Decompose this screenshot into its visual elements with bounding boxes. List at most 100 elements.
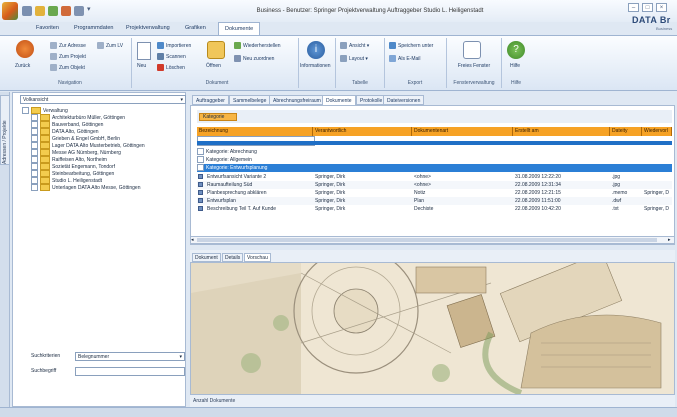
table-cell: .jpg: [612, 182, 621, 188]
object-icon: [50, 64, 57, 71]
open-folder-icon[interactable]: [207, 41, 225, 59]
dock-tab-adressen-projekte[interactable]: Adressen / Projekte: [0, 95, 10, 165]
table-cell: 22.08.2009 10:42:20: [515, 206, 561, 212]
table-row[interactable]: Planbesprechung abklären Springer, Dirk No…: [197, 189, 672, 197]
scroll-left-icon[interactable]: ◂: [191, 237, 194, 243]
tab-dateiversionen[interactable]: Dateiversionen: [383, 95, 425, 105]
free-window-button[interactable]: Freies Fenster: [455, 63, 493, 69]
column-header[interactable]: Verantwortlich: [313, 127, 412, 136]
folder-icon[interactable]: [35, 6, 45, 16]
view-select[interactable]: Volkansicht ▾: [20, 95, 186, 104]
tab-dokumente[interactable]: Dokumente: [322, 95, 356, 105]
layout-button[interactable]: Layout ▾: [340, 55, 368, 62]
qat-dropdown-icon[interactable]: ▾: [87, 5, 91, 13]
group-row-label: Kategorie: Entwurfsplanung: [206, 165, 268, 171]
tab-protokolle[interactable]: Protokolle: [356, 95, 387, 105]
tab-dokumente[interactable]: Dokumente: [218, 22, 261, 35]
tab-grafiken[interactable]: Grafiken: [179, 22, 212, 35]
expand-icon[interactable]: [197, 148, 204, 156]
open-button[interactable]: Öffnen: [206, 63, 221, 69]
group-chip-kategorie[interactable]: Kategorie: [199, 113, 237, 121]
table-row[interactable]: Raumaufteilung Süd Springer, Dirk <ohne> 22…: [197, 181, 672, 189]
preview-tab-details[interactable]: Details: [222, 253, 244, 262]
column-header[interactable]: Wiedervorl: [642, 127, 672, 136]
group-row[interactable]: Kategorie: Allgemein: [197, 156, 672, 164]
to-object-button[interactable]: Zum Objekt: [50, 64, 85, 71]
information-button[interactable]: Informationen: [300, 63, 331, 69]
column-header[interactable]: Dokumentenart: [412, 127, 513, 136]
expand-icon[interactable]: [22, 107, 29, 115]
app-logo-icon[interactable]: [2, 2, 18, 20]
collapse-icon[interactable]: [197, 164, 204, 172]
help-icon[interactable]: ?: [507, 41, 525, 59]
document-count-status: Anzahl Dokumente: [190, 395, 675, 407]
search-criteria-select[interactable]: Belegnummer ▾: [75, 352, 185, 361]
table-cell: 22.08.2009 12:31:34: [515, 182, 561, 188]
save-as-button[interactable]: Speichern unter: [389, 42, 433, 49]
search-term-input[interactable]: [75, 367, 185, 376]
new-button[interactable]: Neu: [137, 63, 146, 69]
tab-programmdaten[interactable]: Programmdaten: [68, 22, 119, 35]
scan-button[interactable]: Scannen: [157, 53, 186, 60]
preview-tab-vorschau[interactable]: Vorschau: [244, 253, 271, 262]
ribbon-separator: [446, 38, 447, 88]
view-button[interactable]: Ansicht ▾: [340, 42, 369, 49]
minimize-icon[interactable]: –: [628, 3, 639, 12]
column-header[interactable]: Erstellt am: [513, 127, 610, 136]
refresh-icon[interactable]: [48, 6, 58, 16]
maximize-icon[interactable]: □: [642, 3, 653, 12]
expand-icon[interactable]: [31, 184, 38, 192]
import-button[interactable]: Importieren: [157, 42, 191, 49]
column-header[interactable]: Bezeichnung: [197, 127, 313, 136]
to-address-button[interactable]: Zur Adresse: [50, 42, 86, 49]
table-row[interactable]: Entwurfsplan Springer, Dirk Plan 22.08.2009…: [197, 197, 672, 205]
help-button[interactable]: Hilfe: [510, 63, 520, 69]
table-row[interactable]: Beschreibung Teil T. Auf Kunde Springer, …: [197, 205, 672, 213]
scroll-right-icon[interactable]: ▸: [668, 237, 671, 243]
tab-projektverwaltung[interactable]: Projektverwaltung: [120, 22, 176, 35]
tab-abrechnungsfreiraum[interactable]: Abrechnungsfreiraum: [269, 95, 325, 105]
delete-icon: [157, 64, 164, 71]
group-label-navigation: Navigation: [58, 80, 82, 86]
scanner-icon: [157, 53, 164, 60]
email-icon: [389, 55, 396, 62]
document-icon: [198, 198, 203, 203]
group-label-fenster: Fensterverwaltung: [453, 80, 495, 86]
settings-icon[interactable]: [74, 6, 84, 16]
delete-button[interactable]: Löschen: [157, 64, 185, 71]
window-icon[interactable]: [463, 41, 481, 59]
window-title: Business - Benutzer: Springer Projektver…: [256, 8, 484, 14]
preview-tab-dokument[interactable]: Dokument: [192, 253, 221, 262]
tab-favoriten[interactable]: Favoriten: [30, 22, 65, 35]
table-cell: Springer, Dirk: [315, 198, 346, 204]
expand-icon[interactable]: [197, 156, 204, 164]
back-button[interactable]: Zurück: [15, 63, 30, 69]
ribbon-separator: [501, 38, 502, 88]
to-lv-button[interactable]: Zum LV: [97, 42, 123, 49]
table-cell: 22.08.2009 12:21:15: [515, 190, 561, 196]
to-project-button[interactable]: Zum Projekt: [50, 53, 86, 60]
restore-button[interactable]: Wiederherstellen: [234, 42, 281, 49]
close-icon[interactable]: ×: [656, 3, 667, 12]
tree-item-label: Unterlagen DATA Alto Messe, Göttingen: [52, 185, 141, 191]
scrollbar-thumb[interactable]: [197, 238, 657, 242]
column-header[interactable]: Dateity: [610, 127, 642, 136]
save-as-icon: [389, 42, 396, 49]
email-button[interactable]: Als E-Mail: [389, 55, 421, 62]
save-icon[interactable]: [22, 6, 32, 16]
group-row[interactable]: Kategorie: Abrechnung: [197, 148, 672, 156]
lv-icon: [97, 42, 104, 49]
tree-item[interactable]: Unterlagen DATA Alto Messe, Göttingen: [31, 184, 140, 192]
print-icon[interactable]: [61, 6, 71, 16]
new-document-icon[interactable]: [137, 42, 151, 60]
table-row[interactable]: Entwurfsansicht Variante 2 Springer, Dirk…: [197, 173, 672, 181]
tab-auftraggeber[interactable]: Auftraggeber: [192, 95, 229, 105]
tab-sammelbelege[interactable]: Sammelbelege: [229, 95, 271, 105]
table-cell: Beschreibung Teil T. Auf Kunde: [207, 206, 277, 212]
back-arrow-icon[interactable]: [16, 40, 34, 58]
project-icon: [50, 53, 57, 60]
info-icon[interactable]: i: [307, 41, 325, 59]
group-row[interactable]: Kategorie: Entwurfsplanung: [197, 164, 672, 172]
reassign-button[interactable]: Neu zuordnen: [234, 55, 274, 62]
group-label-export: Export: [407, 80, 423, 86]
